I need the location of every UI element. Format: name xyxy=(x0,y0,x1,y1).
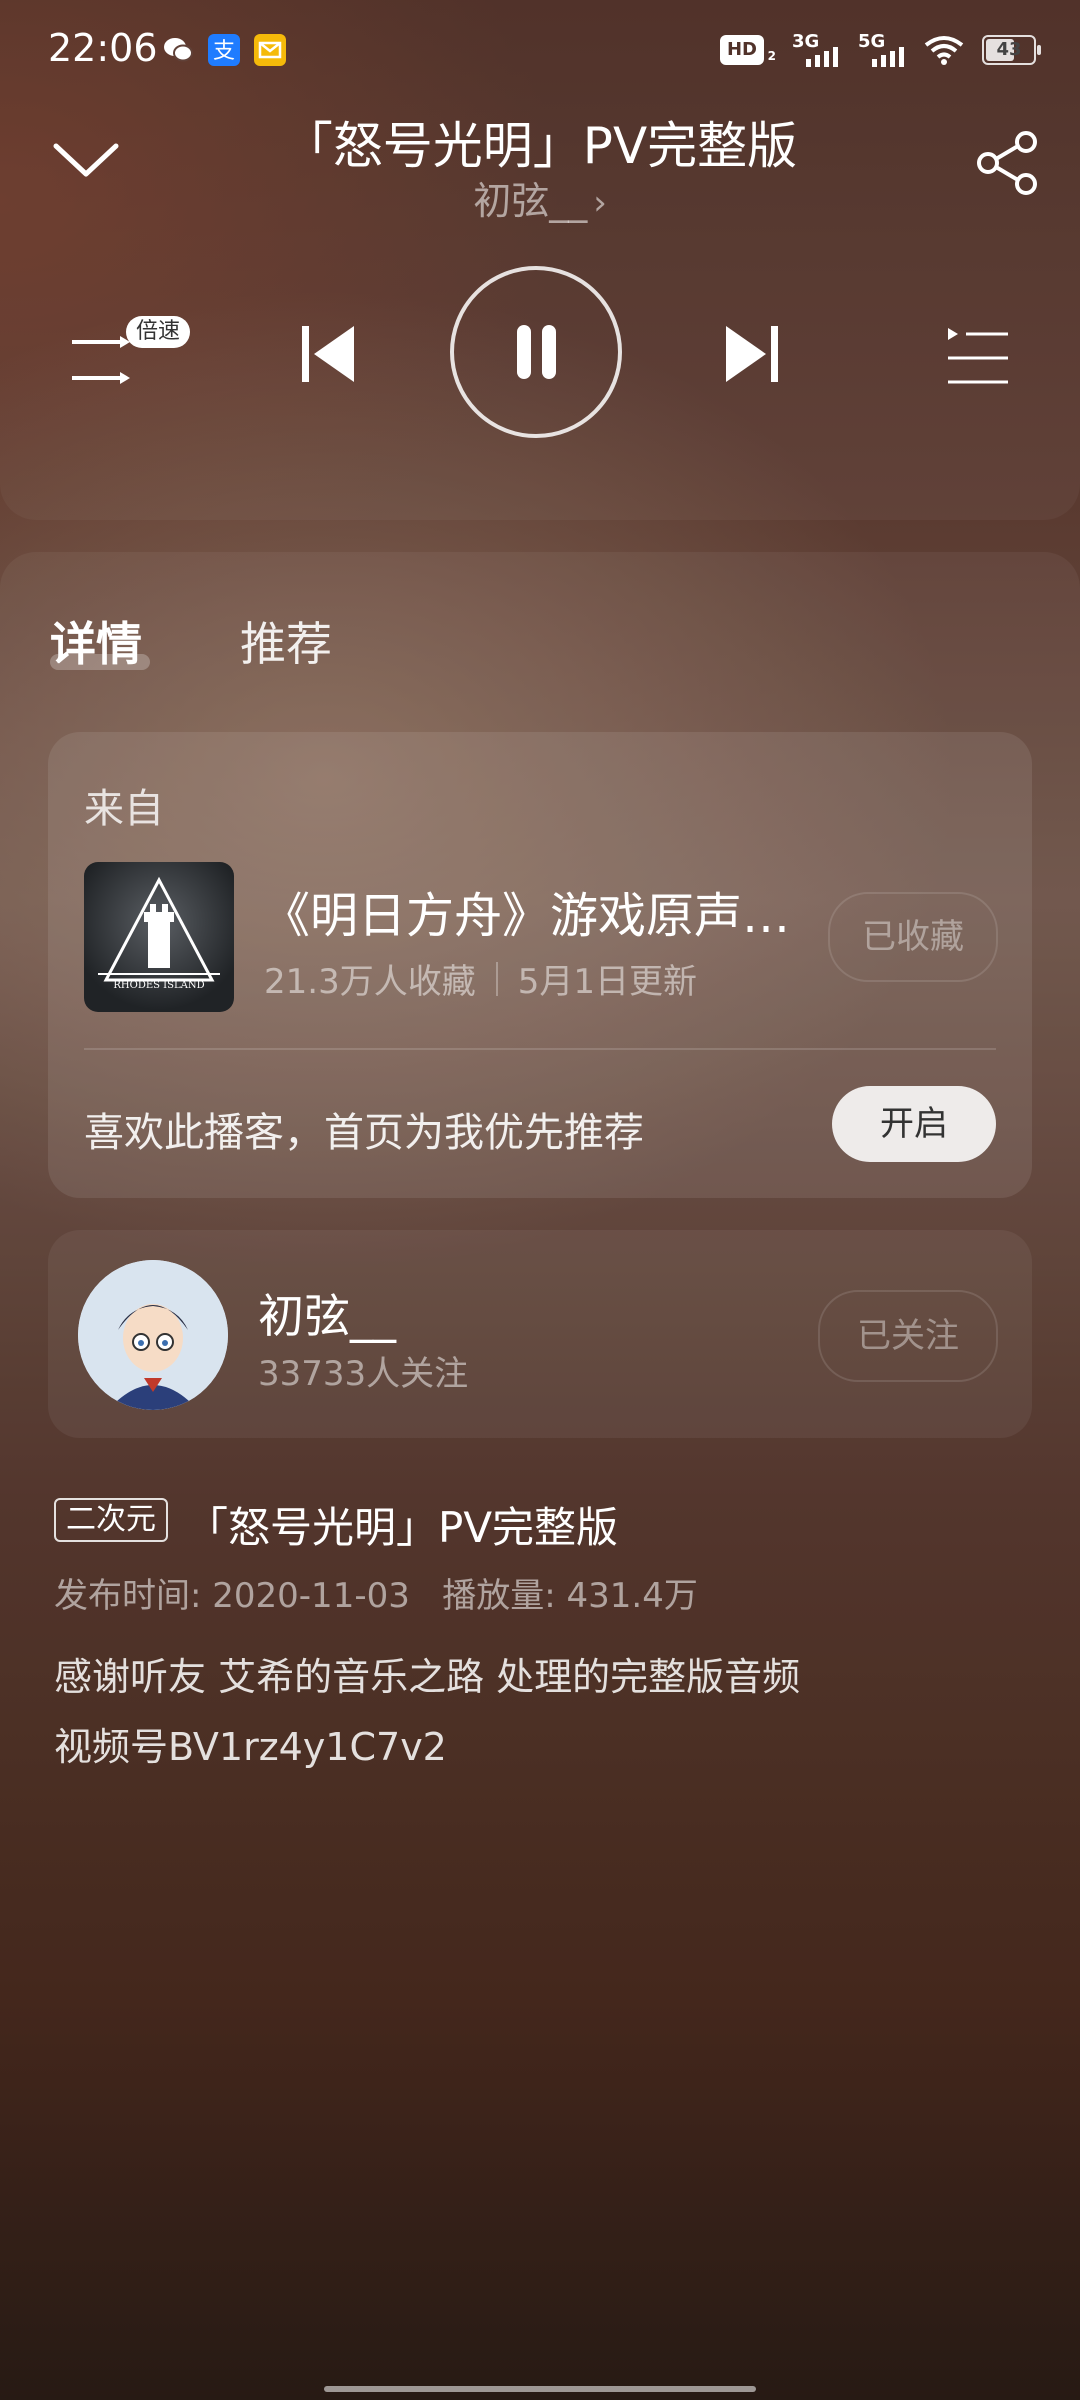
enable-recommend-button[interactable]: 开启 xyxy=(832,1086,996,1162)
speed-badge: 倍速 xyxy=(126,316,191,348)
author-followers: 33733人关注 xyxy=(258,1354,469,1394)
player-header-card xyxy=(0,0,1080,520)
category-tag[interactable]: 二次元 xyxy=(54,1498,168,1542)
chevron-right-icon: › xyxy=(593,183,607,223)
next-track-icon[interactable] xyxy=(720,322,784,386)
author-avatar[interactable] xyxy=(78,1260,228,1410)
tab-details[interactable]: 详情 xyxy=(50,608,142,674)
home-indicator[interactable] xyxy=(324,2386,756,2392)
share-icon[interactable] xyxy=(976,130,1042,196)
album-cover[interactable]: RHODES ISLAND xyxy=(84,862,234,1012)
play-pause-button[interactable] xyxy=(450,266,622,438)
album-meta: 21.3万人收藏 5月1日更新 xyxy=(264,954,697,1003)
album-update-date: 5月1日更新 xyxy=(517,962,697,1002)
rhodes-island-logo: RHODES ISLAND xyxy=(98,876,220,991)
svg-text:RHODES ISLAND: RHODES ISLAND xyxy=(113,980,204,991)
author-name[interactable]: 初弦__ xyxy=(258,1280,396,1346)
player-author-link[interactable]: 初弦__ › xyxy=(0,170,1080,225)
episode-title: 「怒号光明」PV完整版 xyxy=(186,1503,619,1552)
pause-icon xyxy=(517,325,556,379)
album-collect-count: 21.3万人收藏 xyxy=(264,962,476,1002)
collected-button[interactable]: 已收藏 xyxy=(828,892,998,982)
anime-avatar-image xyxy=(78,1260,228,1410)
previous-track-icon[interactable] xyxy=(296,322,360,386)
playlist-icon[interactable] xyxy=(946,326,1010,388)
from-label: 来自 xyxy=(84,786,164,832)
meta-divider xyxy=(495,961,498,996)
card-divider xyxy=(84,1048,996,1050)
followed-button[interactable]: 已关注 xyxy=(818,1290,998,1382)
speed-button[interactable]: 倍速 xyxy=(70,310,200,390)
recommend-preference-text: 喜欢此播客，首页为我优先推荐 xyxy=(84,1110,644,1156)
publish-info: 发布时间: 2020-11-03 播放量: 431.4万 xyxy=(54,1576,698,1616)
album-title[interactable]: 《明日方舟》游戏原声… xyxy=(262,876,790,946)
tab-recommend[interactable]: 推荐 xyxy=(240,608,332,674)
player-title: 「怒号光明」PV完整版 xyxy=(282,117,798,175)
description-line: 感谢听友 艾希的音乐之路 处理的完整版音频 xyxy=(54,1655,801,1699)
description-line: 视频号BV1rz4y1C7v2 xyxy=(54,1725,447,1769)
